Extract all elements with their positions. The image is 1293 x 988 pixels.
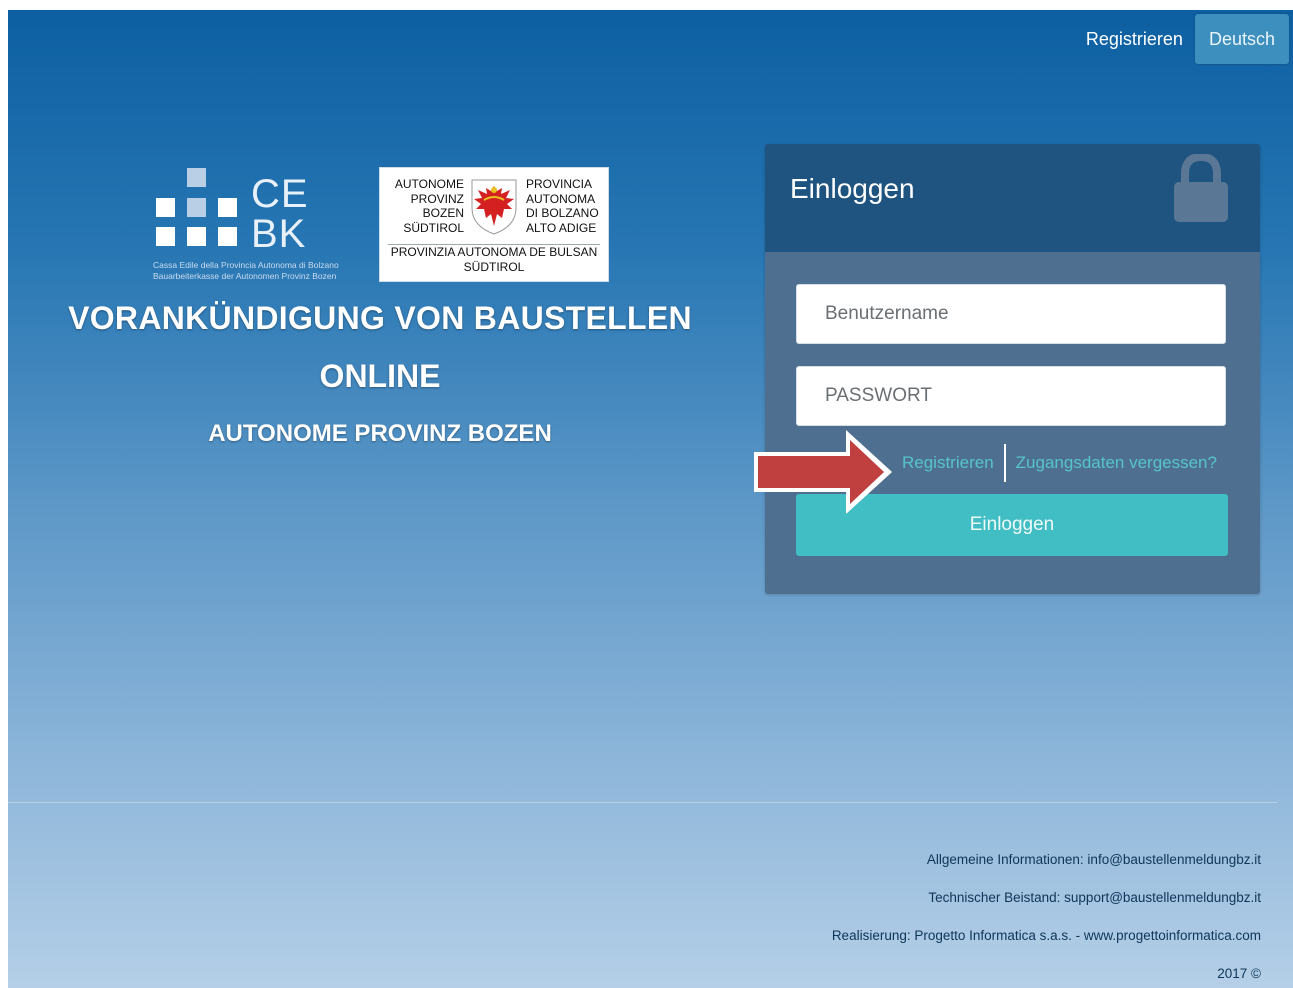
language-button[interactable]: Deutsch xyxy=(1194,14,1289,64)
cebk-caption: Cassa Edile della Provincia Autonoma di … xyxy=(153,260,339,282)
province-de-line: BOZEN xyxy=(422,206,464,220)
province-name-de: AUTONOME PROVINZ BOZEN SÜDTIROL xyxy=(390,177,464,235)
top-nav: Registrieren Deutsch xyxy=(1074,14,1289,64)
province-it-line: PROVINCIA xyxy=(526,177,593,191)
arrow-right-icon xyxy=(754,430,892,514)
lock-icon xyxy=(1174,154,1228,222)
login-links: Registrieren Zugangsdaten vergessen? xyxy=(902,444,1217,482)
province-name-lad: PROVINZIA AUTONOMA DE BULSAN SÜDTIROL xyxy=(388,244,600,274)
province-de-line: SÜDTIROL xyxy=(403,220,464,235)
link-separator xyxy=(1003,444,1006,482)
footer-credit: Realisierung: Progetto Informatica s.a.s… xyxy=(831,928,1261,943)
forgot-credentials-link[interactable]: Zugangsdaten vergessen? xyxy=(1016,453,1217,473)
footer-support: Technischer Beistand: support@baustellen… xyxy=(928,890,1261,905)
cebk-letters: CE BK xyxy=(251,174,309,254)
username-input[interactable] xyxy=(796,284,1226,344)
page-title-online: ONLINE xyxy=(319,358,441,394)
province-de-line: PROVINZ xyxy=(410,191,464,206)
nav-register-link[interactable]: Registrieren xyxy=(1074,29,1195,50)
cebk-letters-bottom: BK xyxy=(251,212,307,256)
province-lad-line1: PROVINZIA AUTONOMA DE BULSAN xyxy=(390,245,598,259)
login-panel: Einloggen Registrieren Zugangsdaten verg… xyxy=(765,144,1260,594)
cebk-squares-icon xyxy=(156,168,237,246)
footer: Allgemeine Informationen: info@baustelle… xyxy=(832,848,1261,988)
cebk-caption-line1: Cassa Edile della Provincia Autonoma di … xyxy=(153,260,339,270)
province-it-line: AUTONOMA xyxy=(526,191,596,206)
province-it-line: ALTO ADIGE xyxy=(526,220,597,235)
eagle-coat-of-arms-icon xyxy=(471,179,517,235)
cebk-caption-line2: Bauarbeiterkasse der Autonomen Provinz B… xyxy=(153,271,337,281)
page-title: VORANKÜNDIGUNG VON BAUSTELLEN xyxy=(68,300,692,336)
province-name-it: PROVINCIA AUTONOMA DI BOLZANO ALTO ADIGE xyxy=(526,177,606,235)
footer-divider xyxy=(8,802,1277,803)
province-lad-line2: SÜDTIROL xyxy=(463,259,525,274)
register-link[interactable]: Registrieren xyxy=(902,453,994,473)
cebk-logo: CE BK Cassa Edile della Provincia Autono… xyxy=(151,166,373,282)
login-page: Registrieren Deutsch CE BK Cassa Edile d… xyxy=(8,10,1293,988)
cebk-letters-top: CE xyxy=(251,172,309,216)
footer-copyright: 2017 © xyxy=(1217,966,1261,981)
login-panel-header: Einloggen xyxy=(765,144,1260,252)
province-logo: AUTONOME PROVINZ BOZEN SÜDTIROL PROVINCI… xyxy=(379,167,609,282)
login-title: Einloggen xyxy=(790,173,915,204)
province-it-line: DI BOLZANO xyxy=(526,206,599,220)
page-subtitle: AUTONOME PROVINZ BOZEN xyxy=(208,420,552,447)
province-de-line: AUTONOME xyxy=(394,177,464,191)
password-input[interactable] xyxy=(796,366,1226,426)
footer-info: Allgemeine Informationen: info@baustelle… xyxy=(926,852,1261,867)
